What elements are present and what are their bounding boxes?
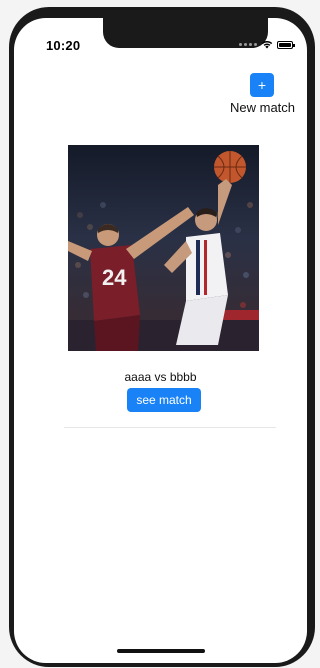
app-screen: 10:20 + New match 24 aaaa vs bbbb see ma…: [14, 18, 307, 663]
plus-icon: +: [257, 77, 267, 93]
see-match-button[interactable]: see match: [127, 388, 201, 412]
jersey-number: 24: [102, 265, 127, 290]
add-match-button[interactable]: +: [250, 73, 274, 97]
basketball-players-image: 24: [68, 145, 259, 351]
cellular-signal-icon: [239, 43, 257, 46]
page: 10:20 + New match 24 aaaa vs bbbb see ma…: [0, 0, 320, 668]
match-photo: 24: [68, 145, 259, 351]
new-match-label[interactable]: New match: [230, 100, 295, 115]
status-icons: [239, 40, 295, 49]
home-indicator[interactable]: [117, 649, 205, 653]
wifi-icon: [261, 40, 273, 49]
match-title: aaaa vs bbbb: [124, 370, 197, 384]
status-time: 10:20: [46, 38, 81, 53]
list-divider: [64, 427, 276, 428]
battery-icon: [277, 40, 295, 49]
